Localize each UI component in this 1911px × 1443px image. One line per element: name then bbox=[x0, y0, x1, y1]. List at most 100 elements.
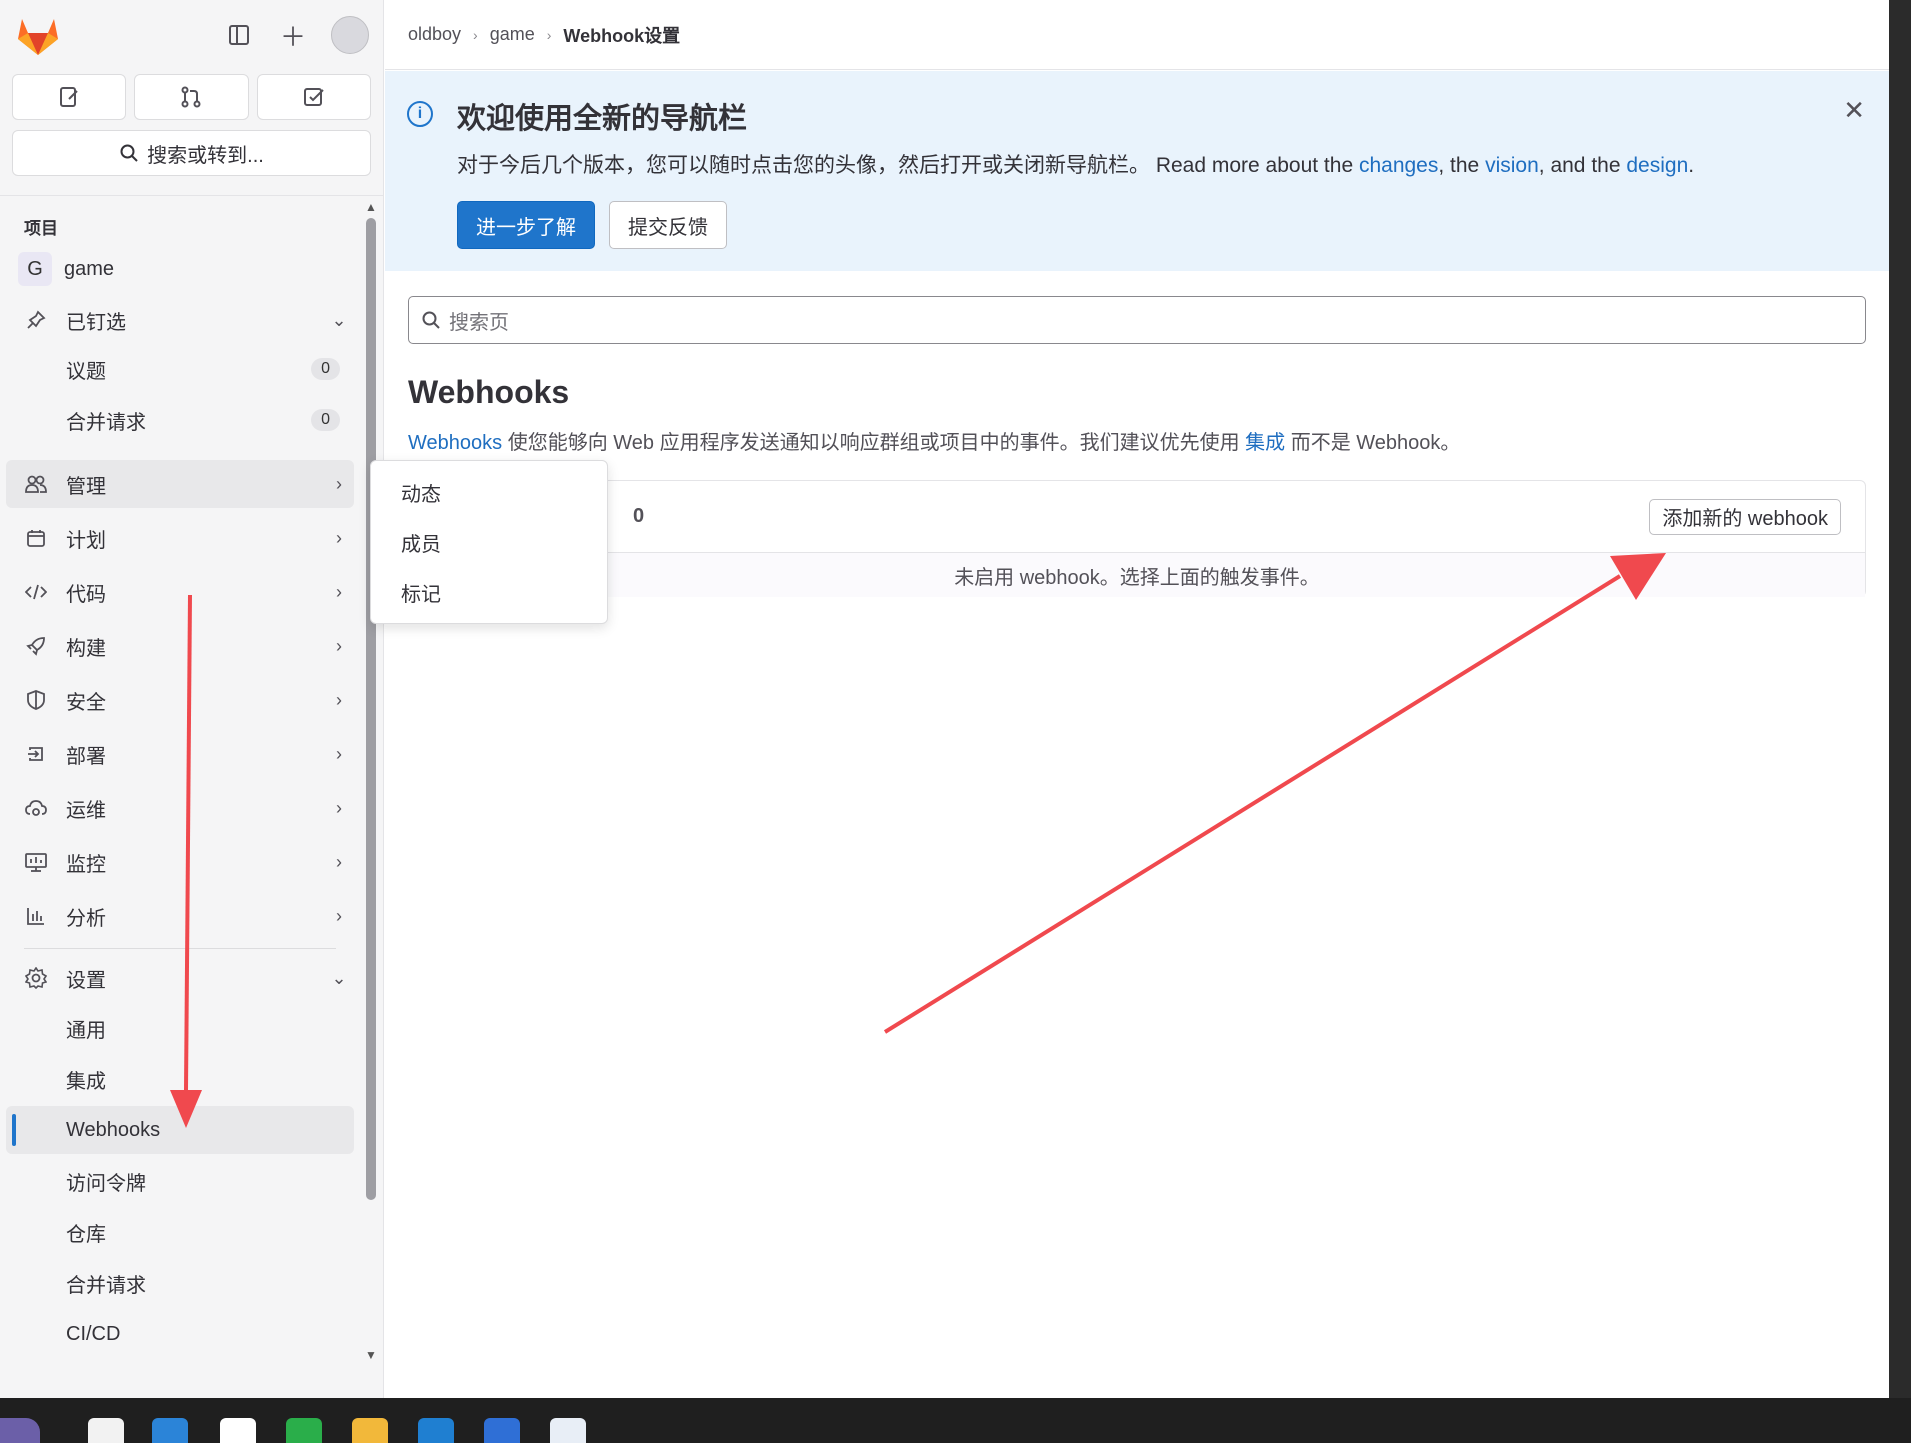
todo-icon bbox=[303, 88, 324, 106]
start-app-icon[interactable] bbox=[0, 1418, 40, 1443]
vscode-app-icon[interactable] bbox=[484, 1418, 520, 1443]
issues-shortcut-button[interactable] bbox=[12, 74, 127, 120]
sidebar-item-code[interactable]: 代码 › bbox=[6, 568, 354, 616]
sidebar-scrollbar[interactable]: ▲ ▼ bbox=[364, 200, 378, 1362]
info-icon: i bbox=[407, 101, 433, 127]
sidebar-item-label: Webhooks bbox=[66, 1118, 161, 1141]
monitor-icon bbox=[6, 852, 66, 872]
integrations-link[interactable]: 集成 bbox=[1245, 432, 1285, 454]
page-desc-text: 而不是 Webhook。 bbox=[1285, 432, 1461, 454]
sidebar-item-label: CI/CD bbox=[66, 1322, 121, 1345]
sidebar-item-deploy[interactable]: 部署 › bbox=[6, 730, 354, 778]
sidebar-subitem-cicd[interactable]: CI/CD bbox=[6, 1310, 354, 1358]
search-button[interactable]: 搜索或转到... bbox=[12, 130, 371, 176]
typora-app-icon[interactable] bbox=[88, 1418, 124, 1443]
changes-link[interactable]: changes bbox=[1359, 154, 1438, 177]
sidebar-subitem-general[interactable]: 通用 bbox=[6, 1004, 354, 1052]
page-description: Webhooks 使您能够向 Web 应用程序发送通知以响应群组或项目中的事件。… bbox=[408, 426, 1460, 455]
scrollbar-thumb[interactable] bbox=[366, 218, 376, 1200]
page-desc-text: 使您能够向 Web 应用程序发送通知以响应群组或项目中的事件。我们建议优先使用 bbox=[502, 432, 1246, 454]
search-placeholder: 搜索页 bbox=[449, 311, 509, 334]
webhooks-doc-link[interactable]: Webhooks bbox=[408, 432, 502, 454]
scroll-up-arrow-icon[interactable]: ▲ bbox=[365, 200, 377, 214]
sidebar-item-operate[interactable]: 运维 › bbox=[6, 784, 354, 832]
sidebar-toggle-icon[interactable] bbox=[223, 19, 255, 51]
sidebar-subitem-integrations[interactable]: 集成 bbox=[6, 1055, 354, 1103]
sidebar-item-analyze[interactable]: 分析 › bbox=[6, 892, 354, 940]
app-icon[interactable] bbox=[550, 1418, 586, 1443]
window-edge bbox=[1889, 0, 1911, 1398]
sidebar-item-pinned[interactable]: 已钉选 ⌄ bbox=[6, 296, 354, 344]
sidebar-subitem-merge-requests[interactable]: 合并请求 0 bbox=[6, 396, 354, 444]
breadcrumb-current[interactable]: Webhook设置 bbox=[563, 22, 680, 48]
vision-link[interactable]: vision bbox=[1485, 154, 1539, 177]
merge-request-icon bbox=[181, 86, 201, 108]
wechat-app-icon[interactable] bbox=[286, 1418, 322, 1443]
new-navigation-banner: i 欢迎使用全新的导航栏 对于今后几个版本，您可以随时点击您的头像，然后打开或关… bbox=[385, 71, 1889, 271]
scroll-down-arrow-icon[interactable]: ▼ bbox=[365, 1348, 377, 1362]
project-name: game bbox=[64, 257, 115, 280]
issues-count-badge: 0 bbox=[311, 358, 340, 380]
chevron-right-icon: › bbox=[336, 905, 342, 926]
rocket-icon bbox=[6, 636, 66, 656]
app-icon[interactable] bbox=[152, 1418, 188, 1443]
sidebar-item-label: 监控 bbox=[66, 853, 106, 876]
search-icon bbox=[422, 311, 440, 329]
plus-icon[interactable]: ＋ bbox=[277, 19, 309, 52]
sidebar-item-label: 访问令牌 bbox=[66, 1172, 146, 1195]
main-content: oldboy › game › Webhook设置 i 欢迎使用全新的导航栏 对… bbox=[385, 0, 1889, 1398]
sidebar-item-monitor[interactable]: 监控 › bbox=[6, 838, 354, 886]
sidebar-subitem-access-tokens[interactable]: 访问令牌 bbox=[6, 1157, 354, 1205]
users-icon bbox=[6, 474, 66, 494]
section-label: 项目 bbox=[24, 219, 58, 238]
sidebar-subitem-repository[interactable]: 仓库 bbox=[6, 1208, 354, 1256]
cloud-gear-icon bbox=[6, 798, 66, 818]
chart-icon bbox=[6, 906, 66, 926]
chevron-right-icon: › bbox=[336, 797, 342, 818]
sidebar-item-label: 合并请求 bbox=[66, 1274, 146, 1297]
edge-app-icon[interactable] bbox=[418, 1418, 454, 1443]
close-icon[interactable]: ✕ bbox=[1843, 95, 1865, 126]
sidebar-item-security[interactable]: 安全 › bbox=[6, 676, 354, 724]
sidebar-item-label: 管理 bbox=[66, 475, 106, 498]
banner-desc-text: 对于今后几个版本，您可以随时点击您的头像，然后打开或关闭新导航栏。 Read m… bbox=[457, 154, 1359, 177]
gitlab-logo-icon[interactable] bbox=[14, 13, 62, 57]
sidebar-item-manage[interactable]: 管理 › bbox=[6, 460, 354, 508]
flyout-item-activity[interactable]: 动态 bbox=[371, 467, 607, 517]
breadcrumb-item[interactable]: game bbox=[490, 24, 535, 45]
banner-desc-text: , and the bbox=[1538, 154, 1627, 177]
merge-requests-count-badge: 0 bbox=[311, 409, 340, 431]
file-explorer-app-icon[interactable] bbox=[352, 1418, 388, 1443]
search-page-input[interactable]: 搜索页 bbox=[408, 296, 1866, 344]
sidebar-item-label: 分析 bbox=[66, 907, 106, 930]
add-webhook-button[interactable]: 添加新的 webhook bbox=[1649, 498, 1841, 535]
manage-flyout-menu: 动态 成员 标记 bbox=[370, 460, 608, 624]
sidebar-item-label: 议题 bbox=[66, 360, 106, 383]
sidebar-nav: 项目 G game 已钉选 ⌄ 议题 0 合并请求 0 管理 › 计划 › 代码… bbox=[0, 195, 384, 1398]
breadcrumb-item[interactable]: oldboy bbox=[408, 24, 461, 45]
sidebar-topbar: ＋ bbox=[0, 0, 383, 70]
flyout-item-labels[interactable]: 标记 bbox=[371, 567, 607, 617]
design-link[interactable]: design bbox=[1626, 154, 1688, 177]
sidebar-item-plan[interactable]: 计划 › bbox=[6, 514, 354, 562]
pin-icon bbox=[6, 310, 66, 330]
chevron-right-icon: › bbox=[336, 581, 342, 602]
chevron-right-icon: › bbox=[336, 689, 342, 710]
sidebar-item-label: 集成 bbox=[66, 1070, 106, 1093]
sidebar-subitem-issues[interactable]: 议题 0 bbox=[6, 345, 354, 393]
merge-requests-shortcut-button[interactable] bbox=[134, 74, 249, 120]
avatar[interactable] bbox=[331, 16, 369, 54]
todo-shortcut-button[interactable] bbox=[256, 74, 371, 120]
feedback-button[interactable]: 提交反馈 bbox=[609, 201, 727, 249]
sidebar-item-label: 已钉选 bbox=[66, 311, 126, 334]
sidebar-item-build[interactable]: 构建 › bbox=[6, 622, 354, 670]
sidebar-subitem-webhooks[interactable]: Webhooks bbox=[6, 1106, 354, 1154]
learn-more-button[interactable]: 进一步了解 bbox=[457, 201, 595, 249]
project-link[interactable]: G game bbox=[18, 252, 114, 286]
flyout-item-members[interactable]: 成员 bbox=[371, 517, 607, 567]
sidebar-item-settings[interactable]: 设置 ⌄ bbox=[6, 954, 354, 1002]
calendar-icon bbox=[6, 528, 66, 548]
sidebar-subitem-merge-requests-settings[interactable]: 合并请求 bbox=[6, 1259, 354, 1307]
sidebar-item-label: 代码 bbox=[66, 583, 106, 606]
browser-app-icon[interactable] bbox=[220, 1418, 256, 1443]
